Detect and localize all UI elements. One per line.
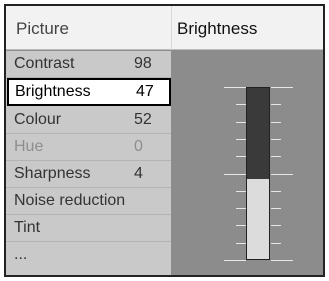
slider-tick-right: [271, 104, 281, 105]
menu-item-more[interactable]: ...: [6, 242, 171, 269]
brightness-slider-panel: [171, 51, 323, 275]
slider-tick-right: [271, 139, 281, 140]
slider-tick-left: [236, 225, 246, 226]
menu-item-label: Hue: [14, 138, 44, 155]
brightness-slider[interactable]: [246, 87, 270, 260]
tv-menu-window: Picture Brightness Contrast 98 Brightnes…: [4, 4, 325, 277]
slider-tick-left: [224, 174, 246, 175]
slider-tick-left: [224, 87, 246, 88]
slider-tick-left: [236, 208, 246, 209]
slider-tick-right: [271, 174, 293, 175]
menu-item-tint[interactable]: Tint: [6, 215, 171, 242]
slider-tick-right: [271, 260, 293, 261]
menu-item-label: Tint: [14, 219, 41, 236]
slider-tick-right: [271, 122, 281, 123]
setting-title: Brightness: [177, 19, 258, 38]
slider-tick-right: [271, 156, 281, 157]
menu-item-value: 98: [134, 55, 152, 72]
slider-tick-left: [236, 139, 246, 140]
picture-menu-list: Contrast 98 Brightness 47 Colour 52 Hue …: [6, 51, 171, 275]
menu-item-brightness[interactable]: Brightness 47: [7, 78, 171, 106]
slider-tick-right: [271, 208, 281, 209]
menu-item-label: Sharpness: [14, 165, 91, 182]
menu-item-label: Noise reduction: [14, 192, 126, 209]
menu-item-label: Contrast: [14, 55, 75, 72]
slider-fill: [247, 178, 269, 259]
menu-item-value: 0: [134, 138, 143, 155]
menu-item-hue: Hue 0: [6, 134, 171, 161]
slider-tick-left: [236, 191, 246, 192]
header-divider: [171, 6, 172, 50]
slider-tick-right: [271, 243, 281, 244]
menu-item-value: 4: [134, 165, 143, 182]
slider-tick-right: [271, 191, 281, 192]
menu-item-sharpness[interactable]: Sharpness 4: [6, 161, 171, 188]
slider-tick-right: [271, 225, 281, 226]
slider-tick-right: [271, 87, 293, 88]
menu-item-value: 47: [136, 83, 154, 100]
menu-item-label: Brightness: [15, 83, 91, 100]
slider-tick-left: [236, 104, 246, 105]
menu-item-noise-reduction[interactable]: Noise reduction: [6, 188, 171, 215]
menu-item-value: 52: [134, 111, 152, 128]
slider-tick-left: [236, 122, 246, 123]
menu-item-label: Colour: [14, 111, 62, 128]
menu-item-colour[interactable]: Colour 52: [6, 107, 171, 134]
menu-item-contrast[interactable]: Contrast 98: [6, 51, 171, 78]
menu-header: Picture Brightness: [6, 6, 323, 50]
slider-tick-left: [236, 156, 246, 157]
slider-tick-left: [224, 260, 246, 261]
slider-tick-left: [236, 243, 246, 244]
menu-title: Picture: [16, 19, 69, 38]
menu-item-label: ...: [14, 246, 28, 263]
